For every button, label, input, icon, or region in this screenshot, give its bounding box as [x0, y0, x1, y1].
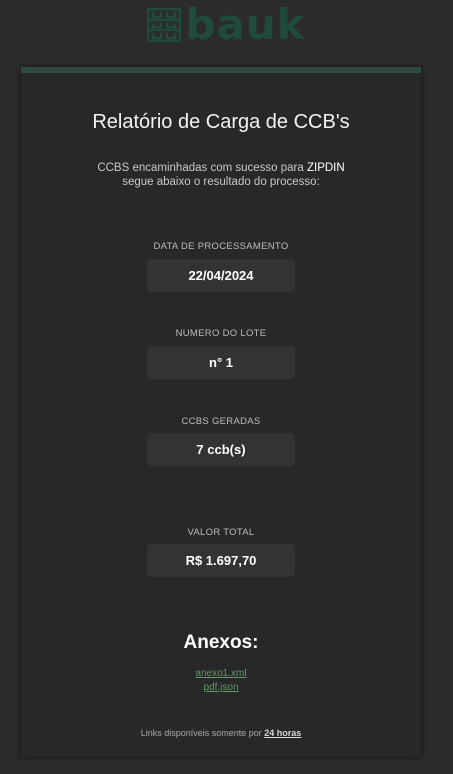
footer-prefix: Links disponíveis somente por	[140, 728, 262, 738]
attachment-link-xml[interactable]: anexo1.xml	[195, 667, 246, 681]
batch-number-label: NUMERO DO LOTE	[175, 328, 267, 339]
attachment-link-json[interactable]: pdf.json	[203, 681, 238, 695]
company-name: ZIPDIN	[306, 162, 345, 174]
footer-hours: 24 horas	[264, 728, 302, 738]
batch-number-value: n° 1	[147, 346, 295, 379]
total-value-label: VALOR TOTAL	[187, 527, 255, 538]
logo-text: bauk	[185, 0, 306, 49]
report-title: Relatório de Carga de CCB's	[92, 111, 350, 133]
attachments-title: Anexos:	[183, 632, 259, 653]
processing-date-label: DATA DE PROCESSAMENTO	[153, 241, 289, 252]
processing-date-value: 22/04/2024	[147, 259, 295, 292]
message-suffix: segue abaixo o resultado do processo:	[122, 176, 320, 188]
report-message: CCBS encaminhadas com sucesso para ZIPDI…	[21, 161, 421, 189]
report-card: Relatório de Carga de CCB's CCBS encamin…	[21, 67, 421, 757]
grid-logo-icon	[147, 8, 182, 42]
header: bauk	[0, 0, 453, 50]
ccbs-generated-label: CCBS GERADAS	[181, 416, 261, 427]
attachment-links: anexo1.xml pdf.json	[21, 667, 421, 695]
footer-note: Links disponíveis somente por 24 horas	[21, 728, 421, 738]
bauk-logo: bauk	[147, 4, 305, 46]
message-prefix: CCBS encaminhadas com sucesso para	[97, 162, 304, 174]
ccbs-generated-value: 7 ccb(s)	[147, 433, 295, 466]
total-value-value: R$ 1.697,70	[147, 544, 295, 577]
